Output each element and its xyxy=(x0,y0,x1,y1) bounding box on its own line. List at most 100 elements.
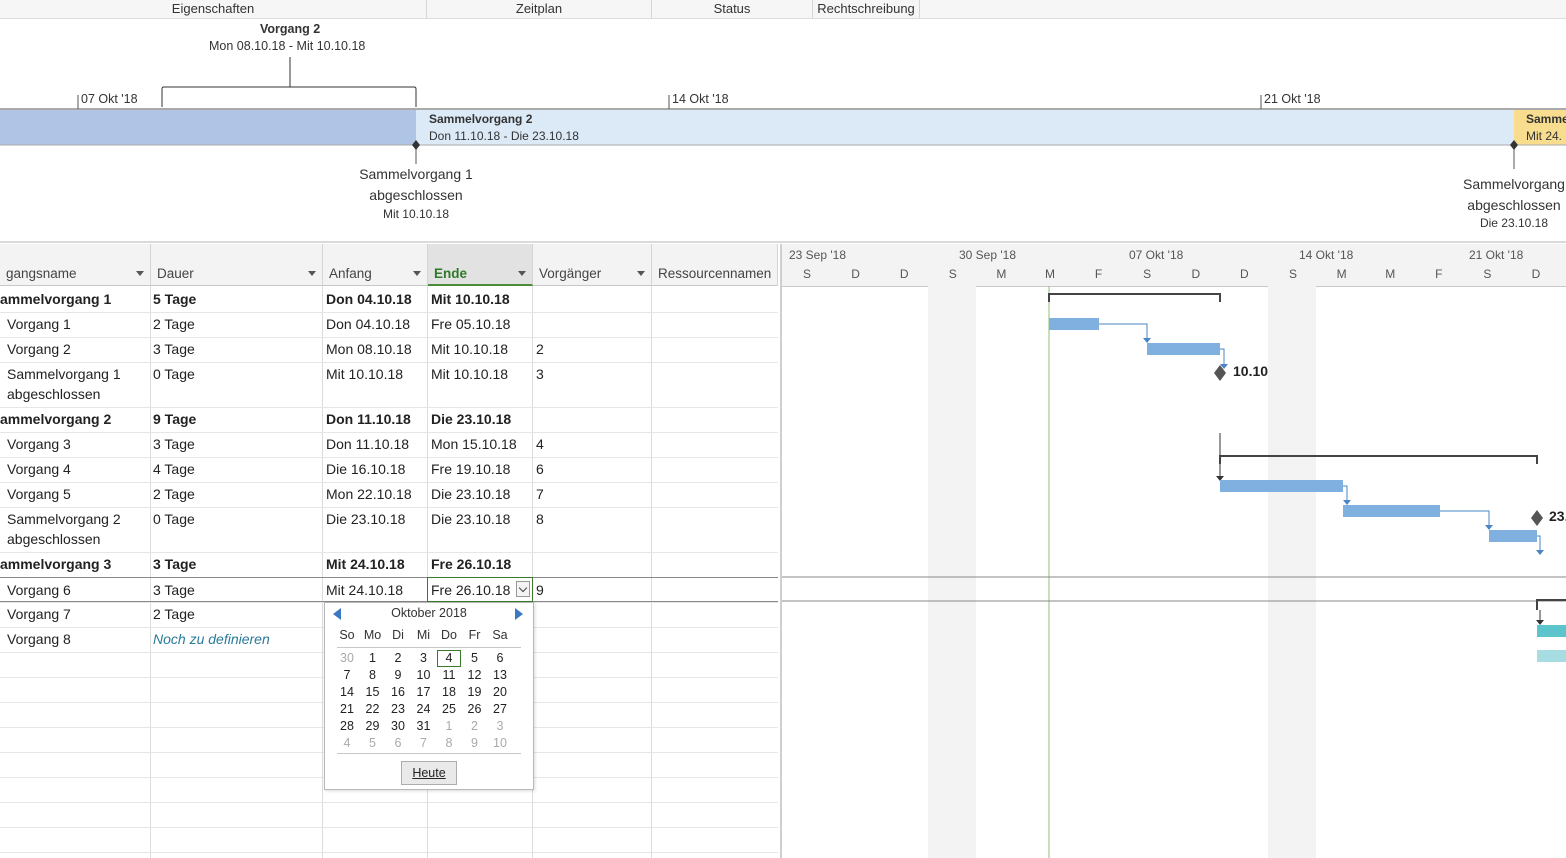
cell-end[interactable]: Fre 26.10.18 xyxy=(431,554,511,574)
next-month-icon[interactable] xyxy=(515,608,523,620)
timeline-view[interactable]: Vorgang 2 Mon 08.10.18 - Mit 10.10.18 07… xyxy=(0,19,1566,243)
calendar-day[interactable]: 13 xyxy=(488,667,512,684)
cell-pred[interactable]: 6 xyxy=(536,459,544,479)
calendar-day[interactable]: 4 xyxy=(335,735,359,752)
cell-start[interactable]: Mit 10.10.18 xyxy=(326,364,403,384)
cell-name[interactable]: Vorgang 2 xyxy=(7,339,71,359)
calendar-day[interactable]: 5 xyxy=(463,650,487,667)
calendar-day[interactable]: 31 xyxy=(412,718,436,735)
cell-dur[interactable]: 3 Tage xyxy=(153,580,195,600)
ribbon-group-eigenschaften[interactable]: Eigenschaften xyxy=(0,0,427,18)
table-row[interactable]: ammelvorgang 3 3 Tage Mit 24.10.18 Fre 26.1… xyxy=(0,552,778,577)
calendar-day[interactable]: 1 xyxy=(361,650,385,667)
calendar-day[interactable]: 26 xyxy=(463,701,487,718)
calendar-day[interactable]: 18 xyxy=(437,684,461,701)
calendar-day[interactable]: 10 xyxy=(488,735,512,752)
column-header-name[interactable]: gangsname xyxy=(0,244,151,286)
calendar-day[interactable]: 28 xyxy=(335,718,359,735)
cell-dur[interactable]: 9 Tage xyxy=(153,409,196,429)
calendar-day[interactable]: 19 xyxy=(463,684,487,701)
cell-end[interactable]: Mit 10.10.18 xyxy=(431,289,510,309)
calendar-day[interactable]: 3 xyxy=(488,718,512,735)
calendar-day[interactable]: 29 xyxy=(361,718,385,735)
ribbon-group-status[interactable]: Status xyxy=(652,0,813,18)
cell-name[interactable]: Vorgang 3 xyxy=(7,434,71,454)
cell-dur[interactable]: 3 Tage xyxy=(153,434,195,454)
cell-pred[interactable]: 4 xyxy=(536,434,544,454)
cell-start[interactable]: Mon 08.10.18 xyxy=(326,339,412,359)
calendar-day[interactable]: 6 xyxy=(488,650,512,667)
cell-name[interactable]: Vorgang 5 xyxy=(7,484,71,504)
column-header-ende[interactable]: Ende xyxy=(428,244,533,286)
cell-end[interactable]: Die 23.10.18 xyxy=(431,409,511,429)
table-row[interactable]: Sammelvorgang 1 abgeschlossen 0 Tage Mit 10… xyxy=(0,362,778,407)
cell-name-line2[interactable]: abgeschlossen xyxy=(7,384,100,404)
cell-end[interactable]: Die 23.10.18 xyxy=(431,509,510,529)
calendar-day[interactable]: 7 xyxy=(335,667,359,684)
calendar-day[interactable]: 23 xyxy=(386,701,410,718)
table-row[interactable]: ammelvorgang 1 5 Tage Don 04.10.18 Mit 10.1… xyxy=(0,287,778,312)
cell-end[interactable]: Mit 10.10.18 xyxy=(431,339,508,359)
calendar-day[interactable]: 16 xyxy=(386,684,410,701)
cell-pred[interactable]: 7 xyxy=(536,484,544,504)
cell-dur[interactable]: 5 Tage xyxy=(153,289,196,309)
table-row[interactable]: Vorgang 2 3 Tage Mon 08.10.18 Mit 10.10.18 2 xyxy=(0,337,778,362)
calendar-day[interactable]: 30 xyxy=(335,650,359,667)
cell-name[interactable]: Vorgang 6 xyxy=(7,580,71,600)
column-header-dauer[interactable]: Dauer xyxy=(151,244,323,286)
ribbon-group-zeitplan[interactable]: Zeitplan xyxy=(427,0,652,18)
table-row[interactable]: Vorgang 4 4 Tage Die 16.10.18 Fre 19.10.18 6 xyxy=(0,457,778,482)
calendar-day[interactable]: 2 xyxy=(386,650,410,667)
calendar-day[interactable]: 11 xyxy=(437,667,461,684)
cell-name-line2[interactable]: abgeschlossen xyxy=(7,529,100,549)
calendar-day[interactable]: 17 xyxy=(412,684,436,701)
cell-dur[interactable]: 2 Tage xyxy=(153,314,195,334)
cell-dur[interactable]: Noch zu definieren xyxy=(153,629,270,649)
cell-start[interactable]: Don 11.10.18 xyxy=(326,409,411,429)
cell-name[interactable]: ammelvorgang 2 xyxy=(0,409,111,429)
calendar-day[interactable]: 1 xyxy=(437,718,461,735)
table-row[interactable]: Vorgang 5 2 Tage Mon 22.10.18 Die 23.10.18 7 xyxy=(0,482,778,507)
cell-end[interactable]: Fre 05.10.18 xyxy=(431,314,510,334)
calendar-day[interactable]: 9 xyxy=(386,667,410,684)
calendar-day[interactable]: 15 xyxy=(361,684,385,701)
cell-pred[interactable]: 9 xyxy=(536,580,544,600)
cell-pred[interactable]: 8 xyxy=(536,509,544,529)
cell-start[interactable]: Don 04.10.18 xyxy=(326,289,412,309)
date-picker-popup[interactable]: Oktober 2018 So Mo Di Mi Do Fr Sa 30 1 2 3 4 5 6 7 8 9 1… xyxy=(324,602,534,790)
cell-name[interactable]: Vorgang 7 xyxy=(7,604,71,624)
cell-name[interactable]: Vorgang 8 xyxy=(7,629,71,649)
table-row[interactable]: Sammelvorgang 2 abgeschlossen 0 Tage Die 23… xyxy=(0,507,778,552)
cell-start[interactable]: Mit 24.10.18 xyxy=(326,554,405,574)
cell-pred[interactable]: 2 xyxy=(536,339,544,359)
calendar-day[interactable]: 4 xyxy=(437,650,461,667)
cell-dur[interactable]: 3 Tage xyxy=(153,554,196,574)
cell-end[interactable]: Die 23.10.18 xyxy=(431,484,510,504)
calendar-day[interactable]: 3 xyxy=(412,650,436,667)
gantt-chart[interactable]: 23 Sep '18 30 Sep '18 07 Okt '18 14 Okt … xyxy=(780,244,1566,858)
cell-start[interactable]: Don 04.10.18 xyxy=(326,314,410,334)
cell-name[interactable]: Vorgang 4 xyxy=(7,459,71,479)
cell-name[interactable]: Vorgang 1 xyxy=(7,314,71,334)
cell-pred[interactable]: 3 xyxy=(536,364,544,384)
cell-name[interactable]: ammelvorgang 3 xyxy=(0,554,111,574)
calendar-day[interactable]: 8 xyxy=(361,667,385,684)
cell-start[interactable]: Die 23.10.18 xyxy=(326,509,405,529)
cell-start[interactable]: Mon 22.10.18 xyxy=(326,484,412,504)
calendar-day[interactable]: 7 xyxy=(412,735,436,752)
end-date-edit-box[interactable] xyxy=(427,577,533,602)
calendar-day[interactable]: 12 xyxy=(463,667,487,684)
cell-end[interactable]: Mon 15.10.18 xyxy=(431,434,517,454)
calendar-day[interactable]: 24 xyxy=(412,701,436,718)
cell-start[interactable]: Mit 24.10.18 xyxy=(326,580,403,600)
table-row[interactable]: Vorgang 63 Tage Mit 24.10.18 Fre 26.10.18 9 xyxy=(0,577,778,602)
column-header-anfang[interactable]: Anfang xyxy=(323,244,428,286)
cell-dur[interactable]: 3 Tage xyxy=(153,339,195,359)
calendar-day[interactable]: 10 xyxy=(412,667,436,684)
calendar-day[interactable]: 21 xyxy=(335,701,359,718)
cell-dur[interactable]: 2 Tage xyxy=(153,484,195,504)
cell-dur[interactable]: 2 Tage xyxy=(153,604,195,624)
ribbon-group-rechtschreibung[interactable]: Rechtschreibung xyxy=(813,0,920,18)
cell-name[interactable]: Sammelvorgang 2 xyxy=(7,509,121,529)
table-row[interactable]: Vorgang 3 3 Tage Don 11.10.18 Mon 15.10.18 4 xyxy=(0,432,778,457)
